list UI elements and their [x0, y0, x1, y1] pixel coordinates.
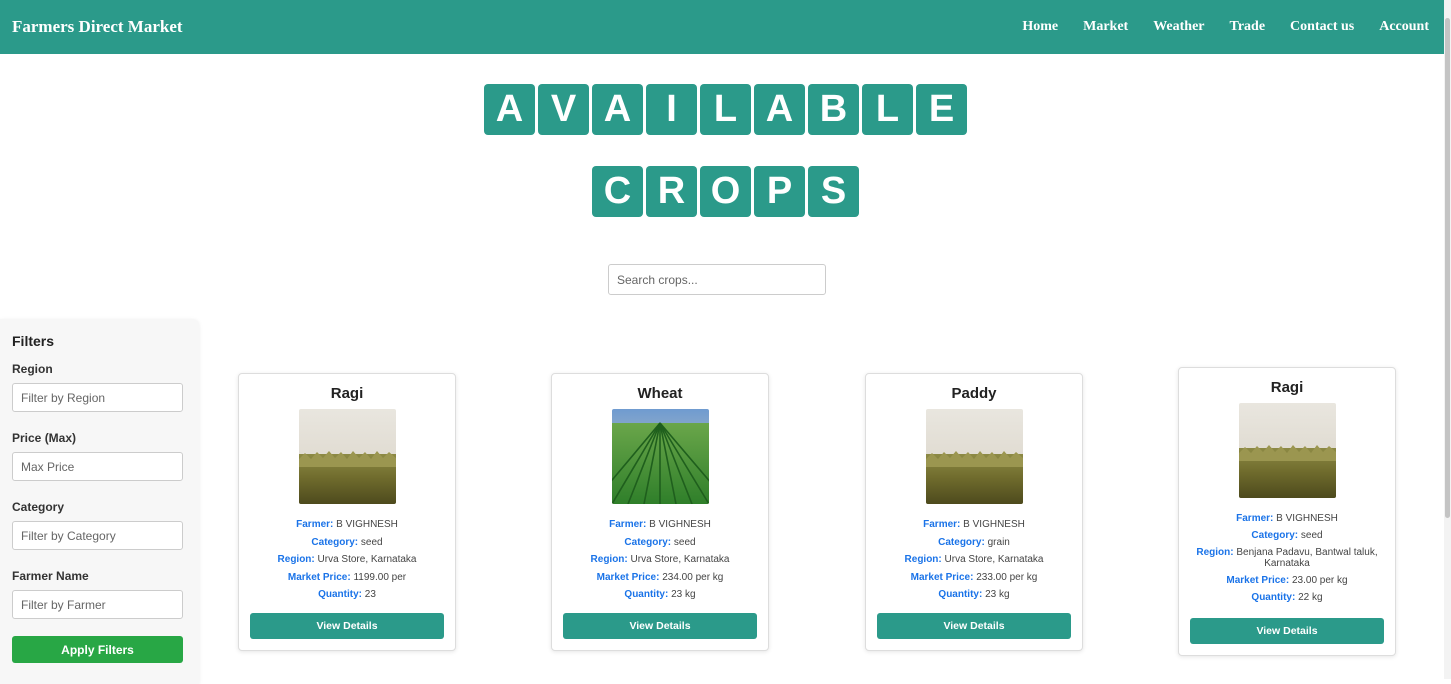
quantity-value: 23 [364, 589, 376, 600]
quantity-value: 23 kg [985, 589, 1010, 600]
nav-links: Home Market Weather Trade Contact us Acc… [997, 19, 1429, 35]
title-letter-tile: A [484, 84, 535, 135]
nav-contact[interactable]: Contact us [1290, 19, 1354, 35]
category-filter-input[interactable] [12, 521, 183, 550]
quantity-key: Quantity: [938, 589, 983, 600]
region-value: Urva Store, Karnataka [944, 554, 1044, 565]
title-letter-tile: P [754, 166, 805, 217]
farmer-key: Farmer: [923, 519, 961, 530]
title-row-crops: C R O P S [0, 166, 1451, 217]
category-value: seed [360, 536, 383, 548]
farmer-filter-input[interactable] [12, 590, 183, 619]
crop-name: Ragi [1270, 379, 1304, 396]
nav-weather[interactable]: Weather [1153, 19, 1204, 35]
title-letter-tile: A [592, 84, 643, 135]
filters-panel: Filters Region Price (Max) Category Farm… [0, 319, 199, 684]
title-letter-tile: I [646, 84, 697, 135]
farmer-key: Farmer: [609, 519, 647, 530]
crop-card: Wheat Farmer: B VIGHNESH Category: seed … [551, 373, 769, 651]
region-value: Urva Store, Karnataka [630, 554, 730, 565]
price-key: Market Price: [910, 571, 974, 583]
quantity-value: 23 kg [671, 589, 696, 600]
title-letter-tile: S [808, 166, 859, 217]
crop-name: Paddy [951, 385, 997, 402]
region-value: Benjana Padavu, Bantwal taluk, Karnataka [1236, 547, 1378, 569]
category-value: grain [987, 536, 1010, 548]
farmer-key: Farmer: [296, 519, 334, 530]
crop-image [611, 409, 709, 504]
crop-info: Farmer: B VIGHNESH Category: seed Region… [552, 516, 768, 604]
category-value: seed [1300, 530, 1323, 541]
price-value: 233.00 per kg [976, 571, 1038, 583]
quantity-key: Quantity: [624, 589, 669, 600]
crop-card: Ragi Farmer: B VIGHNESH Category: seed R… [1178, 367, 1396, 656]
quantity-key: Quantity: [1251, 592, 1296, 603]
category-key: Category: [1251, 530, 1299, 541]
top-navbar: Farmers Direct Market Home Market Weathe… [0, 0, 1451, 54]
crop-name: Ragi [330, 385, 364, 402]
nav-account[interactable]: Account [1379, 19, 1429, 35]
farmer-name-label: Farmer Name [12, 569, 89, 583]
crop-info: Farmer: B VIGHNESH Category: seed Region… [239, 516, 455, 604]
view-details-button[interactable]: View Details [1190, 618, 1384, 644]
title-letter-tile: L [700, 84, 751, 135]
max-price-input[interactable] [12, 452, 183, 481]
crop-info: Farmer: B VIGHNESH Category: grain Regio… [866, 516, 1082, 604]
nav-trade[interactable]: Trade [1230, 19, 1266, 35]
title-letter-tile: V [538, 84, 589, 135]
farmer-value: B VIGHNESH [963, 519, 1025, 530]
region-filter-input[interactable] [12, 383, 183, 412]
quantity-value: 22 kg [1298, 592, 1323, 603]
view-details-button[interactable]: View Details [250, 613, 444, 639]
price-key: Market Price: [596, 571, 660, 583]
region-key: Region: [590, 554, 628, 565]
title-letter-tile: L [862, 84, 913, 135]
crop-info: Farmer: B VIGHNESH Category: seed Region… [1179, 510, 1395, 606]
brand-title[interactable]: Farmers Direct Market [12, 17, 183, 37]
category-key: Category: [938, 536, 985, 548]
title-letter-tile: C [592, 166, 643, 217]
nav-home[interactable]: Home [1022, 19, 1058, 35]
farmer-value: B VIGHNESH [649, 519, 711, 530]
price-key: Market Price: [1226, 575, 1290, 586]
title-letter-tile: A [754, 84, 805, 135]
crop-name: Wheat [637, 385, 683, 402]
region-key: Region: [1196, 547, 1234, 558]
crop-image [1238, 403, 1336, 498]
farmer-value: B VIGHNESH [1276, 513, 1338, 524]
crop-card: Ragi Farmer: B VIGHNESH Category: seed R… [238, 373, 456, 651]
title-row-available: A V A I L A B L E [0, 84, 1451, 135]
nav-market[interactable]: Market [1083, 19, 1128, 35]
title-letter-tile: O [700, 166, 751, 217]
farmer-key: Farmer: [1236, 513, 1274, 524]
title-letter-tile: B [808, 84, 859, 135]
apply-filters-button[interactable]: Apply Filters [12, 636, 183, 663]
view-details-button[interactable]: View Details [563, 613, 757, 639]
title-letter-tile: R [646, 166, 697, 217]
title-letter-tile: E [916, 84, 967, 135]
price-value: 1199.00 per [353, 571, 407, 583]
price-key: Market Price: [287, 571, 351, 583]
quantity-key: Quantity: [318, 589, 362, 600]
region-key: Region: [904, 554, 942, 565]
price-value: 234.00 per kg [662, 571, 724, 583]
crop-card: Paddy Farmer: B VIGHNESH Category: grain… [865, 373, 1083, 651]
region-key: Region: [277, 554, 315, 565]
price-label: Price (Max) [12, 431, 77, 445]
crop-image [298, 409, 396, 504]
view-details-button[interactable]: View Details [877, 613, 1071, 639]
category-key: Category: [311, 536, 359, 548]
category-key: Category: [624, 536, 672, 548]
filters-title: Filters [12, 333, 55, 349]
region-value: Urva Store, Karnataka [317, 554, 417, 565]
farmer-value: B VIGHNESH [336, 519, 398, 530]
category-value: seed [673, 536, 696, 548]
category-label: Category [12, 500, 65, 514]
price-value: 23.00 per kg [1291, 575, 1348, 586]
crop-image [925, 409, 1023, 504]
region-label: Region [12, 362, 53, 376]
search-input[interactable] [608, 264, 826, 295]
